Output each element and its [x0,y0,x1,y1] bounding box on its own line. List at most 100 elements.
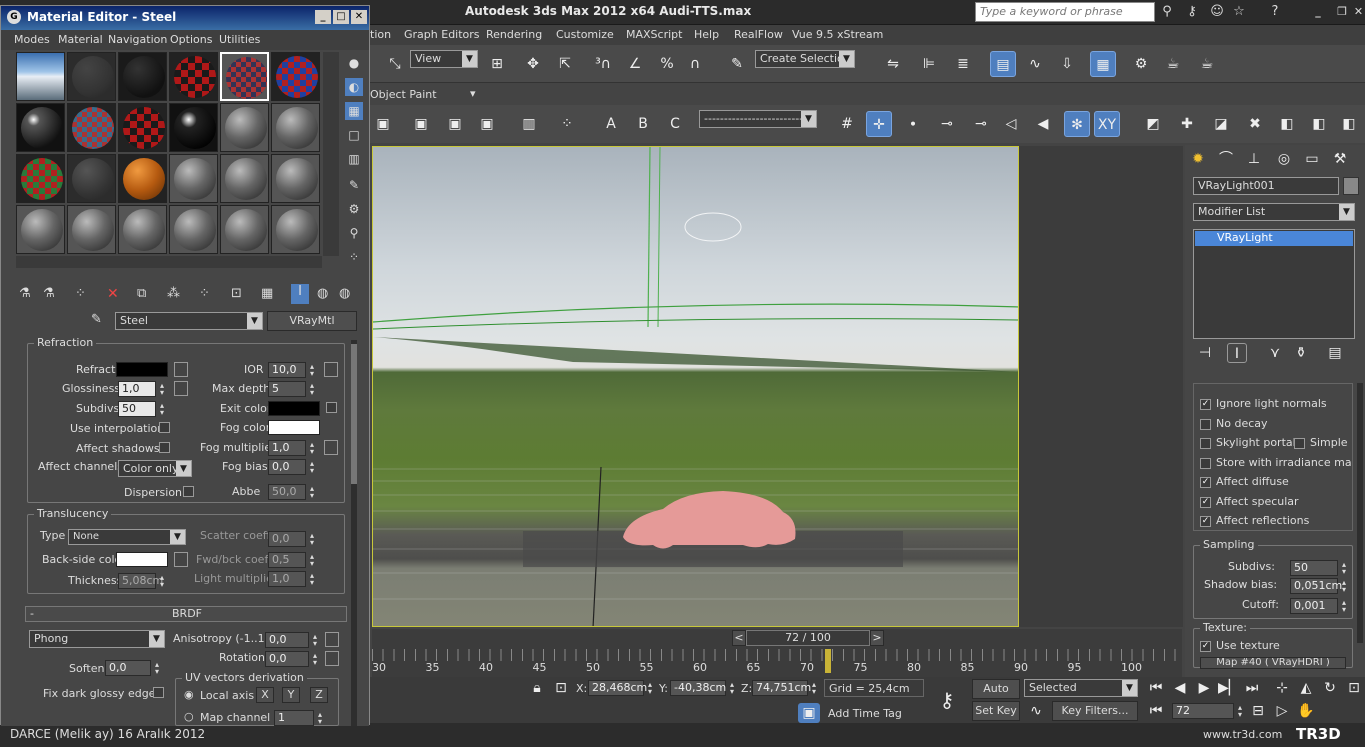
delete-box-icon[interactable]: ✖ [1242,111,1268,137]
fog-multiplier-spinner[interactable]: 1,0 ▴ ▾ [268,440,314,456]
bin-icon[interactable]: ▣ [408,111,434,137]
show-map-icon[interactable]: ▦ [261,286,273,301]
render-frame-icon[interactable]: ☕ [1160,51,1186,77]
teapot-a-icon[interactable]: A [598,111,624,137]
z-axis-button[interactable]: Z [310,687,328,703]
menu-item[interactable]: Customize [556,28,614,41]
glossiness-map-button[interactable] [174,381,188,396]
star-icon[interactable]: ☆ [1230,3,1248,21]
object-name-field[interactable]: VRayLight001 [1193,177,1339,195]
person-icon[interactable]: ☺ [1208,3,1226,21]
track-bar[interactable] [372,649,1182,661]
use-texture-checkbox[interactable]: ✓ [1200,641,1211,652]
material-navigator-icon[interactable]: ⁘ [345,248,363,266]
slots-vertical-scrollbar[interactable] [323,52,339,256]
restore-button[interactable]: ❐ [1332,3,1352,21]
glossiness-spinner[interactable]: 1,0 ▴ ▾ [118,381,164,397]
backlight-icon[interactable]: ◐ [345,78,363,96]
time-slider[interactable]: 72 / 100 [746,630,870,646]
menu-item[interactable]: Rendering [486,28,542,41]
z-coordinate-field[interactable]: 74,751cm ▴ ▾ [752,680,816,696]
menu-item[interactable]: Options [170,33,212,46]
maximize-button[interactable]: □ [333,10,349,24]
exit-color-swatch[interactable] [268,401,320,416]
options-icon[interactable]: ⚙ [345,200,363,218]
hierarchy-tab-icon[interactable]: ⊥ [1243,148,1265,170]
pick-material-icon[interactable]: ✎ [91,312,102,327]
params-scrollbar[interactable] [351,340,357,726]
next-key-icon[interactable]: ▶▏ [1218,677,1240,699]
snap-toggle-icon[interactable]: ✻ [1064,111,1090,137]
checkbox[interactable]: ✓ [1200,516,1211,527]
truck-camera-icon[interactable]: ▷ [1272,701,1292,721]
sample-slot[interactable] [271,154,320,203]
field-of-view-icon[interactable]: ◭ [1296,677,1316,699]
menu-item[interactable]: MAXScript [626,28,682,41]
prev-frame-button[interactable]: < [732,630,746,646]
max-depth-spinner[interactable]: 5 ▴ ▾ [268,381,314,397]
goto-start-icon[interactable]: ⏮ [1146,677,1166,699]
sample-slot[interactable] [16,154,65,203]
percent-snap-icon[interactable]: % [654,51,680,77]
anisotropy-spinner[interactable]: 0,0 ▴ ▾ [265,632,317,648]
dispersion-checkbox[interactable] [183,486,194,497]
menu-item[interactable]: Navigation [108,33,167,46]
make-preview-icon[interactable]: ✎ [345,176,363,194]
snap-3d-icon[interactable]: ³∩ [590,51,616,77]
sample-slot[interactable] [67,205,116,254]
y-coordinate-field[interactable]: -40,38cm ▴ ▾ [670,680,734,696]
get-material-icon[interactable]: ⚗ [19,286,31,301]
chevron-down-icon[interactable]: ▾ [470,87,476,100]
sample-slot[interactable] [169,103,218,152]
rotation-spinner[interactable]: 0,0 ▴ ▾ [265,651,317,667]
move-icon[interactable]: ✥ [520,51,546,77]
pivot-icon[interactable]: ⊞ [484,51,510,77]
set-key-icon[interactable]: ⚷ [930,683,964,717]
put-library-icon[interactable]: ⁘ [199,286,210,301]
menu-item[interactable]: Material [58,33,103,46]
goto-end-icon[interactable]: ⏭ [1242,677,1262,699]
set-key-button[interactable]: Set Key [972,701,1020,721]
translucency-type-dropdown[interactable]: None ▼ [68,529,186,545]
help-icon[interactable]: ? [1266,3,1284,21]
box-icon[interactable]: ◧ [1336,111,1362,137]
edge-snap-icon[interactable]: ⊸ [934,111,960,137]
box-icon[interactable]: ◧ [1274,111,1300,137]
checkbox[interactable] [1200,458,1211,469]
box-icon[interactable]: ◧ [1306,111,1332,137]
texture-map-button[interactable]: Map #40 ( VRayHDRI ) [1200,657,1346,669]
fwd-bck-coeff-spinner[interactable]: 0,5 ▴ ▾ [268,552,314,568]
checkbox[interactable] [1294,438,1305,449]
command-panel-scrollbar[interactable] [1357,383,1363,643]
time-config-icon[interactable]: ⊟ [1248,701,1268,721]
menu-item[interactable]: Vue 9.5 xStream [792,28,883,41]
sample-slot[interactable] [67,103,116,152]
bin-icon[interactable]: ▣ [474,111,500,137]
go-forward-icon[interactable]: ◍ [339,286,350,301]
add-time-tag[interactable]: Add Time Tag [828,707,902,720]
go-to-parent-icon[interactable]: ◍ [317,286,328,301]
fog-color-swatch[interactable] [268,420,320,435]
use-interpolation-checkbox[interactable] [159,422,170,433]
edit-named-selection-icon[interactable]: ✎ [724,51,750,77]
prev-key-icon[interactable]: ◀ [1170,677,1190,699]
mirror-icon[interactable]: ⇋ [880,51,906,77]
face-snap-icon[interactable]: ◁ [998,111,1024,137]
make-unique-icon[interactable]: ⁂ [167,286,180,301]
selected-dropdown[interactable]: Selected ▼ [1024,679,1138,697]
scale-icon[interactable]: ⤡ [382,51,408,77]
menu-item[interactable]: Utilities [219,33,260,46]
brick-icon[interactable]: ▥ [516,111,542,137]
object-paint-label[interactable]: Object Paint [370,88,437,101]
assign-material-icon[interactable]: ⁘ [75,286,86,301]
modify-tab-icon[interactable]: ⌒ [1215,148,1237,170]
refract-map-button[interactable] [174,362,188,377]
pivot-snap-icon[interactable]: ✛ [866,111,892,137]
subdivs-spinner[interactable]: 50 ▴ ▾ [1290,560,1346,576]
refract-color[interactable] [116,362,168,377]
brdf-rollout-header[interactable]: - BRDF [25,606,347,622]
sample-slot[interactable] [67,154,116,203]
xy-snap-icon[interactable]: XY [1094,111,1120,137]
grid-snap-icon[interactable]: # [834,111,860,137]
thickness-spinner[interactable]: 5,08cm ▴ ▾ [118,573,164,589]
